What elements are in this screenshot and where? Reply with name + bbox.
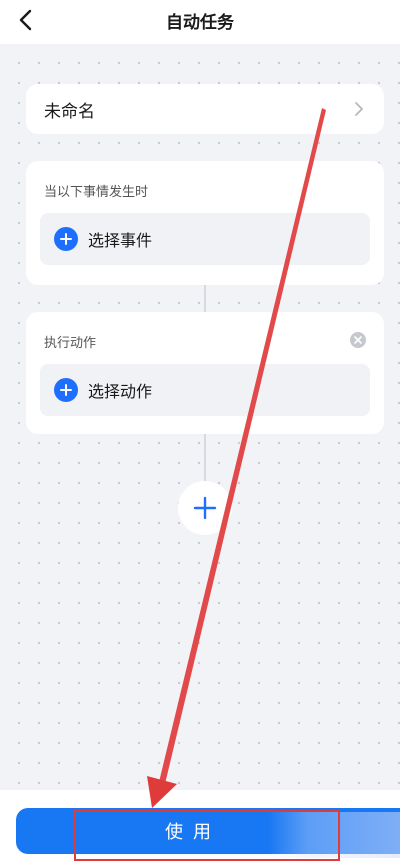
- close-icon[interactable]: [350, 332, 366, 348]
- select-event-button[interactable]: 选择事件: [40, 213, 370, 265]
- connector-line: [204, 434, 206, 481]
- trigger-section-title: 当以下事情发生时: [44, 185, 149, 200]
- page-title: 自动任务: [166, 13, 234, 33]
- action-section-title: 执行动作: [44, 336, 97, 351]
- use-button[interactable]: 使用: [16, 808, 400, 854]
- select-event-label: 选择事件: [88, 231, 153, 250]
- chevron-right-icon: [350, 100, 368, 118]
- task-name-label: 未命名: [44, 101, 95, 122]
- select-action-label: 选择动作: [88, 382, 153, 401]
- plus-circle-icon: [54, 378, 78, 402]
- task-name-row[interactable]: 未命名: [26, 84, 384, 134]
- action-card: 执行动作 选择动作: [26, 312, 384, 434]
- header-bar: 自动任务: [0, 0, 400, 44]
- plus-icon: [193, 496, 217, 520]
- add-step-button[interactable]: [178, 481, 232, 535]
- trigger-card: 当以下事情发生时 选择事件: [26, 161, 384, 285]
- connector-line: [204, 285, 206, 312]
- plus-circle-icon: [54, 227, 78, 251]
- select-action-button[interactable]: 选择动作: [40, 364, 370, 416]
- footer-bar: 使用: [0, 790, 400, 861]
- use-button-label: 使用: [165, 822, 221, 843]
